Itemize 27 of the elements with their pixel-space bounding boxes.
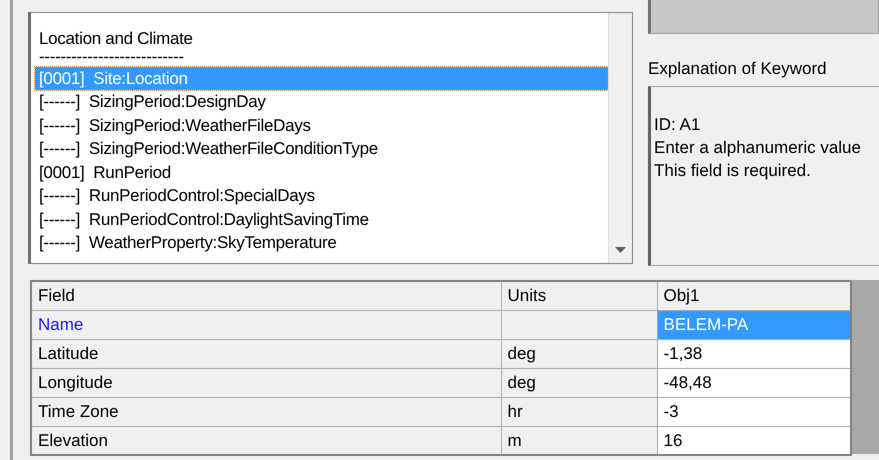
field-name-cell: Time Zone	[31, 397, 501, 426]
explanation-label: Explanation of Keyword	[648, 59, 827, 78]
field-name-cell: Name	[31, 310, 501, 339]
class-list-item[interactable]: [------] SizingPeriod:WeatherFileConditionType	[35, 137, 608, 160]
class-list-item[interactable]: [------] RunPeriodControl:SpecialDays	[35, 184, 608, 208]
field-name-cell: Latitude	[31, 339, 501, 368]
class-list-item[interactable]: [------] RunPeriodControl:DaylightSavingTime	[35, 208, 608, 231]
class-list[interactable]	[28, 12, 633, 264]
class-list-item[interactable]: [------] SizingPeriod:DesignDay	[35, 90, 608, 114]
units-cell: m	[501, 426, 657, 455]
field-name-cell: Elevation	[31, 426, 501, 455]
field-name-cell: Longitude	[31, 368, 501, 397]
column-header: Obj1	[657, 281, 851, 310]
class-list-item[interactable]: [0001] RunPeriod	[35, 160, 608, 184]
explanation-text: ID: A1	[654, 115, 700, 134]
column-header: Field	[31, 281, 501, 310]
units-cell: hr	[501, 397, 657, 426]
column-header: Units	[501, 281, 657, 310]
explanation-text: Enter a alphanumeric value	[654, 138, 861, 157]
separator-text: ---------------------------	[38, 50, 185, 66]
scroll-down-icon[interactable]	[615, 247, 626, 253]
units-cell: deg	[501, 339, 657, 368]
class-list-item[interactable]: [------] WeatherProperty:SkyTemperature	[35, 231, 608, 254]
class-list-item[interactable]: [------] SizingPeriod:WeatherFileDays	[35, 114, 608, 137]
explanation-text: This field is required.	[654, 161, 811, 180]
units-cell: deg	[501, 368, 657, 397]
group-heading: Location and Climate	[38, 28, 194, 50]
